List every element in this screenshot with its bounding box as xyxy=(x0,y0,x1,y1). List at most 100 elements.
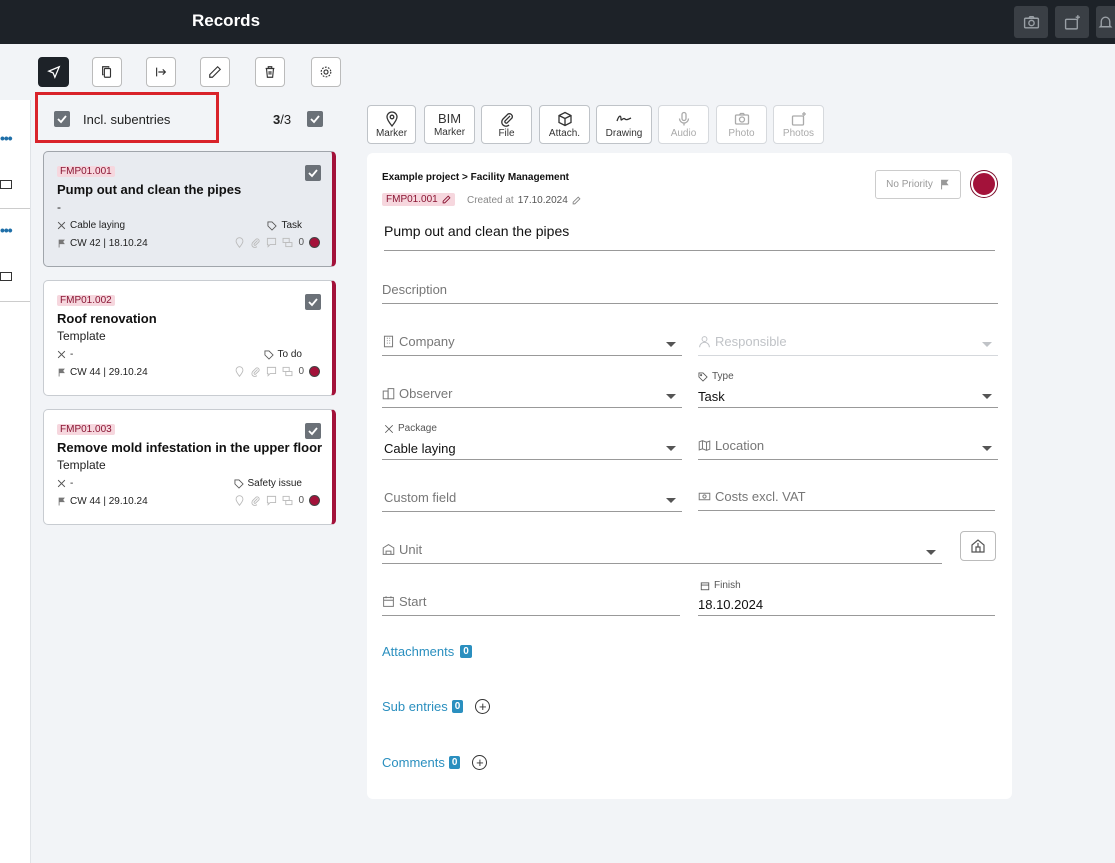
record-code-badge[interactable]: FMP01.001 xyxy=(382,193,455,206)
start-date-field[interactable]: Start xyxy=(382,588,680,616)
floor-plan-icon xyxy=(382,544,395,555)
card-indicators: 0 xyxy=(234,366,320,377)
edit-button[interactable] xyxy=(200,57,230,87)
calendar-icon xyxy=(383,596,394,607)
camera-button[interactable] xyxy=(1014,6,1048,38)
map-icon xyxy=(698,440,711,451)
move-button[interactable] xyxy=(146,57,176,87)
costs-field[interactable]: Costs excl. VAT xyxy=(698,483,995,511)
map-pin-icon xyxy=(236,495,244,506)
flag-icon xyxy=(58,368,65,377)
comment-icon xyxy=(267,366,277,377)
map-pin-icon xyxy=(236,366,244,377)
record-card[interactable]: FMP01.003 Remove mold infestation in the … xyxy=(43,409,336,525)
subentries-icon xyxy=(283,366,293,377)
card-date: CW 44 | 29.10.24 xyxy=(57,496,148,507)
subentries-icon xyxy=(283,495,293,506)
check-icon xyxy=(308,298,318,307)
record-card[interactable]: FMP01.002 Roof renovation Template - To do CW… xyxy=(43,280,336,396)
card-subtitle: Template xyxy=(57,458,106,472)
photos-button[interactable]: Photos xyxy=(773,105,824,144)
bim-marker-button[interactable]: BIM Marker xyxy=(424,105,475,144)
paperclip-icon xyxy=(500,112,513,127)
check-icon xyxy=(57,115,67,124)
tag-icon xyxy=(264,350,274,360)
responsible-select[interactable]: Responsible xyxy=(698,328,998,356)
package-select[interactable]: Cable laying xyxy=(382,432,682,460)
photo-button[interactable]: Photo xyxy=(716,105,767,144)
record-card[interactable]: FMP01.001 Pump out and clean the pipes - Ca… xyxy=(43,151,336,267)
audio-button[interactable]: Audio xyxy=(658,105,709,144)
mail-icon[interactable] xyxy=(0,272,12,281)
file-button[interactable]: File xyxy=(481,105,532,144)
box-icon xyxy=(557,111,572,126)
priority-button[interactable]: No Priority xyxy=(875,170,961,199)
flag-icon xyxy=(58,239,65,248)
settings-button[interactable] xyxy=(311,57,341,87)
add-photo-button[interactable] xyxy=(1055,6,1089,38)
gear-icon xyxy=(320,66,332,78)
record-code: FMP01.001 xyxy=(57,166,115,177)
add-photo-icon xyxy=(1064,14,1080,30)
attach-button[interactable]: Attach. xyxy=(539,105,590,144)
card-package: - xyxy=(57,349,73,360)
card-subtitle: - xyxy=(57,200,61,214)
map-pin-icon xyxy=(385,110,398,127)
more-icon[interactable]: ••• xyxy=(0,222,13,238)
send-button[interactable] xyxy=(38,57,69,87)
type-select[interactable]: Task xyxy=(698,380,998,408)
subentries-section[interactable]: Sub entries 0 + xyxy=(382,699,491,714)
card-checkbox[interactable] xyxy=(305,294,321,310)
card-indicators: 0 xyxy=(234,237,320,248)
comment-icon xyxy=(267,495,277,506)
subentries-count-badge: 0 xyxy=(451,700,464,713)
add-subentry-icon[interactable]: + xyxy=(475,699,491,714)
card-package: Cable laying xyxy=(57,220,125,231)
tag-icon xyxy=(267,221,278,231)
microphone-icon xyxy=(678,111,689,125)
mail-icon[interactable] xyxy=(0,180,12,189)
copy-button[interactable] xyxy=(92,57,122,87)
unit-picker-button[interactable] xyxy=(960,531,996,561)
breadcrumb[interactable]: Example project > Facility Management xyxy=(382,172,569,183)
incl-subentries-checkbox[interactable] xyxy=(54,111,70,127)
location-select[interactable]: Location xyxy=(698,432,998,460)
side-panel-strip: ••• ••• xyxy=(0,100,31,863)
card-indicators: 0 xyxy=(234,495,320,506)
select-all-checkbox[interactable] xyxy=(307,111,323,127)
pencil-icon[interactable] xyxy=(572,196,581,205)
notifications-button[interactable] xyxy=(1096,6,1115,38)
send-icon xyxy=(46,65,60,79)
title-field[interactable]: Pump out and clean the pipes xyxy=(384,223,995,251)
card-checkbox[interactable] xyxy=(305,165,321,181)
add-comment-icon[interactable]: + xyxy=(472,755,488,770)
page-title: Records xyxy=(192,11,261,30)
attachments-count-badge: 0 xyxy=(460,645,472,658)
pencil-icon xyxy=(442,195,451,204)
drawing-button[interactable]: Drawing xyxy=(596,105,652,144)
unit-select[interactable]: Unit xyxy=(382,536,942,564)
comment-count: 0 xyxy=(298,495,304,506)
flag-icon xyxy=(940,179,949,190)
more-icon[interactable]: ••• xyxy=(0,130,13,146)
paperclip-icon xyxy=(251,367,261,377)
attachments-section[interactable]: Attachments 0 xyxy=(382,644,472,659)
check-icon xyxy=(310,115,320,124)
delete-button[interactable] xyxy=(255,57,285,87)
paperclip-icon xyxy=(251,496,261,506)
observer-select[interactable]: Observer xyxy=(382,380,682,408)
comment-count: 0 xyxy=(298,366,304,377)
marker-button[interactable]: Marker xyxy=(367,105,416,144)
custom-field-select[interactable]: Custom field xyxy=(382,484,682,512)
card-checkbox[interactable] xyxy=(305,423,321,439)
card-type: To do xyxy=(264,349,302,360)
company-select[interactable]: Company xyxy=(382,328,682,356)
card-date: CW 44 | 29.10.24 xyxy=(57,367,148,378)
description-field[interactable]: Description xyxy=(382,276,998,304)
status-dot xyxy=(309,366,320,377)
incl-subentries-label: Incl. subentries xyxy=(83,112,171,127)
comments-section[interactable]: Comments 0 + xyxy=(382,755,488,770)
tools-icon xyxy=(57,350,66,359)
finish-date-field[interactable]: 18.10.2024 xyxy=(698,588,995,616)
status-indicator[interactable] xyxy=(971,171,997,197)
